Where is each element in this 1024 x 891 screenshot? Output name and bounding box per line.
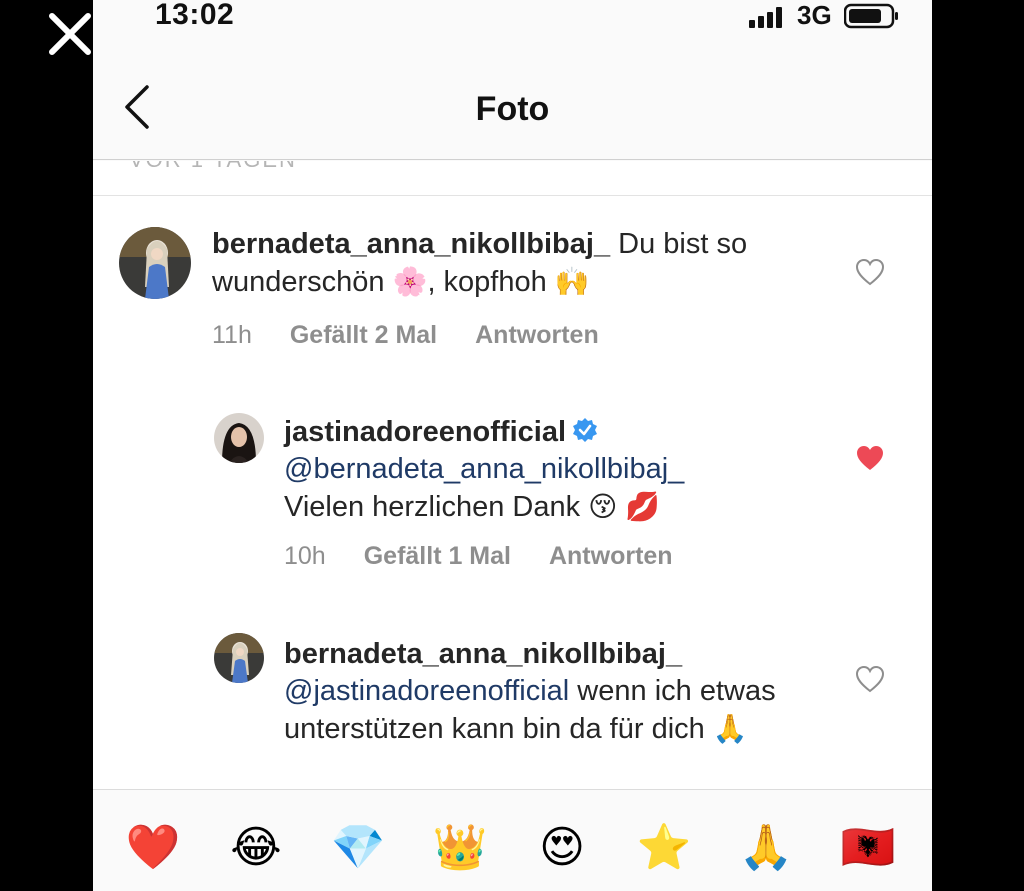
emoji-star-button[interactable]: ⭐	[634, 820, 694, 876]
avatar[interactable]	[214, 633, 264, 683]
signal-strength-icon	[749, 7, 782, 28]
quick-emoji-bar: ❤️ 😂 💎 👑 😍 ⭐ 🙏 🇦🇱	[93, 789, 932, 891]
emoji-flag-albania-button[interactable]: 🇦🇱	[838, 820, 898, 876]
user-photo-icon	[214, 633, 264, 683]
emoji-heart-eyes-button[interactable]: 😍	[532, 820, 592, 876]
network-type: 3G	[797, 0, 832, 30]
folded-hands-emoji: 🙏	[712, 712, 748, 745]
comment-text: bernadeta_anna_nikollbibaj_ @jastinadore…	[284, 636, 804, 748]
like-heart-icon[interactable]	[855, 665, 885, 693]
comment-mention[interactable]: @jastinadoreenofficial	[284, 675, 569, 707]
battery-icon	[844, 3, 898, 29]
status-bar: 13:02 3G	[93, 0, 932, 40]
emoji-crown-button[interactable]: 👑	[430, 820, 490, 876]
comment-username[interactable]: bernadeta_anna_nikollbibaj_	[284, 638, 682, 670]
status-time: 13:02	[155, 0, 235, 31]
emoji-heart-button[interactable]: ❤️	[123, 820, 183, 876]
comments-list: VOR 1 TAGEN bernadeta_anna_nikollbibaj_ …	[93, 161, 932, 789]
comment-reply: bernadeta_anna_nikollbibaj_ @jastinadore…	[93, 161, 932, 789]
phone-screen: 13:02 3G Foto VOR 1 TAGEN	[93, 0, 932, 891]
emoji-folded-hands-button[interactable]: 🙏	[736, 820, 796, 876]
emoji-gem-button[interactable]: 💎	[328, 820, 388, 876]
close-icon[interactable]	[44, 8, 96, 60]
navigation-bar: Foto	[93, 40, 932, 160]
page-title: Foto	[475, 90, 550, 128]
emoji-joy-button[interactable]: 😂	[226, 820, 286, 876]
